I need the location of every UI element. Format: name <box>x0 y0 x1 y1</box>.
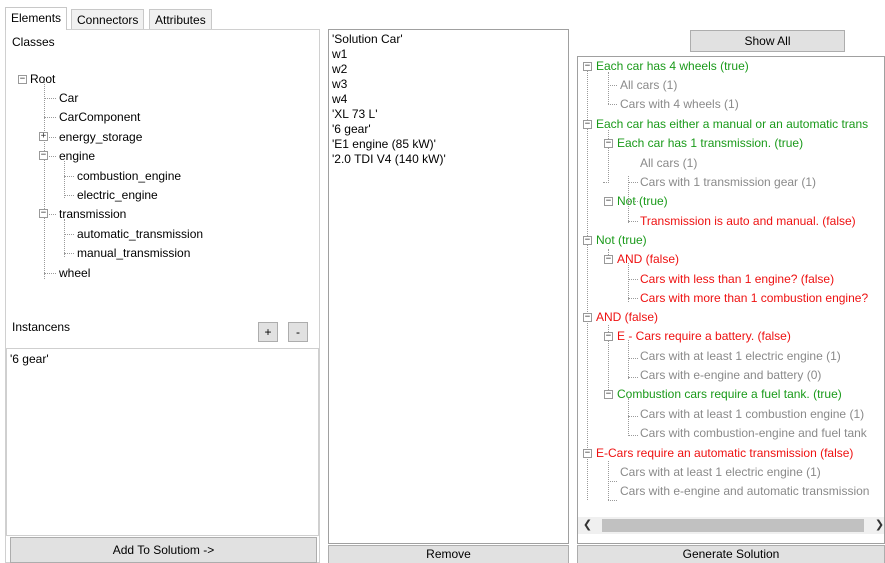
horizontal-scrollbar[interactable]: ❮ ❯ <box>578 517 884 534</box>
tree-item-combustion-engine[interactable]: combustion_engine <box>77 168 181 184</box>
constraint-leaf[interactable]: Cars with at least 1 combustion engine (… <box>640 406 864 422</box>
constraint-node[interactable]: Not (true) <box>617 193 668 209</box>
list-item[interactable]: w3 <box>332 77 565 92</box>
instances-list[interactable]: '6 gear' <box>6 348 319 536</box>
collapse-icon[interactable]: − <box>604 390 613 399</box>
constraint-leaf[interactable]: Cars with 4 wheels (1) <box>620 96 739 112</box>
list-item[interactable]: '6 gear' <box>332 122 565 137</box>
collapse-icon[interactable]: − <box>583 120 592 129</box>
list-item[interactable]: w2 <box>332 62 565 77</box>
collapse-icon[interactable]: − <box>583 449 592 458</box>
tree-item-electric-engine[interactable]: electric_engine <box>77 187 158 203</box>
constraint-leaf[interactable]: Cars with 1 transmission gear (1) <box>640 174 816 190</box>
constraint-leaf[interactable]: Cars with less than 1 engine? (false) <box>640 271 834 287</box>
collapse-icon[interactable]: − <box>604 197 613 206</box>
list-item[interactable]: '6 gear' <box>7 349 318 367</box>
add-instance-button[interactable]: + <box>258 322 278 342</box>
constraint-node[interactable]: Each car has 1 transmission. (true) <box>617 135 803 151</box>
constraint-leaf[interactable]: Cars with e-engine and automatic transmi… <box>620 483 869 499</box>
tree-item-carcomponent[interactable]: CarComponent <box>59 109 140 125</box>
constraint-leaf[interactable]: Transmission is auto and manual. (false) <box>640 213 856 229</box>
tab-elements[interactable]: Elements <box>5 7 68 30</box>
tree-item-wheel[interactable]: wheel <box>59 265 90 281</box>
add-to-solution-button[interactable]: Add To Solutiom -> <box>10 537 317 563</box>
constraint-leaf[interactable]: Cars with e-engine and battery (0) <box>640 367 821 383</box>
constraint-node[interactable]: Each car has 4 wheels (true) <box>596 58 749 74</box>
list-item[interactable]: '2.0 TDI V4 (140 kW)' <box>332 152 565 167</box>
constraint-node[interactable]: Not (true) <box>596 232 647 248</box>
constraint-node[interactable]: Each car has either a manual or an autom… <box>596 116 868 132</box>
tree-item-engine[interactable]: engine <box>59 148 95 164</box>
tree-item-automatic-transmission[interactable]: automatic_transmission <box>77 226 203 242</box>
constraint-node[interactable]: E-Cars require an automatic transmission… <box>596 445 853 461</box>
remove-button[interactable]: Remove <box>328 545 569 563</box>
scroll-right-icon[interactable]: ❯ <box>872 517 884 534</box>
tree-item-car[interactable]: Car <box>59 90 78 106</box>
scrollbar-thumb[interactable] <box>602 519 864 532</box>
generate-solution-button[interactable]: Generate Solution <box>577 545 885 563</box>
constraint-leaf[interactable]: Cars with combustion-engine and fuel tan… <box>640 425 867 441</box>
list-item[interactable]: w1 <box>332 47 565 62</box>
remove-instance-button[interactable]: - <box>288 322 308 342</box>
constraint-node[interactable]: E - Cars require a battery. (false) <box>617 328 791 344</box>
collapse-icon[interactable]: − <box>604 332 613 341</box>
constraint-leaf[interactable]: Cars with at least 1 electric engine (1) <box>640 348 841 364</box>
tree-item-energy-storage[interactable]: energy_storage <box>59 129 142 145</box>
tab-connectors[interactable]: Connectors <box>71 9 145 29</box>
classes-label: Classes <box>12 35 55 49</box>
constraint-node[interactable]: Combustion cars require a fuel tank. (tr… <box>617 386 842 402</box>
collapse-icon[interactable]: − <box>604 255 613 264</box>
tree-item-transmission[interactable]: transmission <box>59 206 126 222</box>
constraint-leaf[interactable]: All cars (1) <box>620 77 677 93</box>
elements-panel: Classes − Root Car CarComponent + energy… <box>5 29 320 563</box>
show-all-button[interactable]: Show All <box>690 30 845 52</box>
list-item[interactable]: w4 <box>332 92 565 107</box>
class-tree[interactable]: − Root Car CarComponent + energy_storage… <box>6 60 319 300</box>
scroll-left-icon[interactable]: ❮ <box>580 517 595 534</box>
constraint-leaf[interactable]: Cars with at least 1 electric engine (1) <box>620 464 821 480</box>
collapse-icon[interactable]: − <box>583 62 592 71</box>
collapse-icon[interactable]: − <box>604 139 613 148</box>
collapse-icon[interactable]: − <box>583 236 592 245</box>
solution-list[interactable]: 'Solution Car' w1 w2 w3 w4 'XL 73 L' '6 … <box>328 29 569 544</box>
tree-root[interactable]: Root <box>30 71 55 87</box>
collapse-engine-icon[interactable]: − <box>39 151 48 160</box>
instances-label: Instancens <box>12 320 71 334</box>
expand-energy-storage-icon[interactable]: + <box>39 132 48 141</box>
expand-root-icon[interactable]: − <box>18 75 27 84</box>
tab-attributes[interactable]: Attributes <box>149 9 212 29</box>
constraint-leaf[interactable]: Cars with more than 1 combustion engine? <box>640 290 868 306</box>
list-item[interactable]: 'E1 engine (85 kW)' <box>332 137 565 152</box>
list-item[interactable]: 'Solution Car' <box>332 32 565 47</box>
tree-item-manual-transmission[interactable]: manual_transmission <box>77 245 190 261</box>
constraint-node[interactable]: AND (false) <box>596 309 658 325</box>
collapse-icon[interactable]: − <box>583 313 592 322</box>
list-item[interactable]: 'XL 73 L' <box>332 107 565 122</box>
collapse-transmission-icon[interactable]: − <box>39 209 48 218</box>
constraint-leaf[interactable]: All cars (1) <box>640 155 697 171</box>
constraint-tree[interactable]: − Each car has 4 wheels (true) All cars … <box>577 56 885 544</box>
constraint-node[interactable]: AND (false) <box>617 251 679 267</box>
